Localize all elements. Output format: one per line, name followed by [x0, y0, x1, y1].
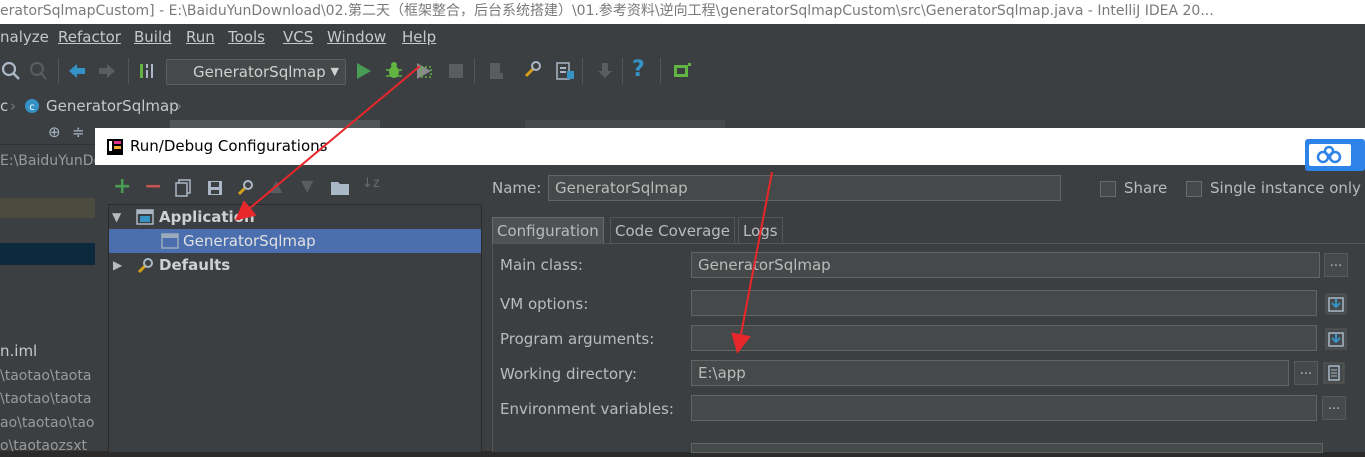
folder-icon[interactable]	[330, 180, 350, 196]
vm-options-field[interactable]	[691, 290, 1317, 316]
menu-build[interactable]: Build	[134, 24, 172, 50]
add-icon[interactable]: +	[113, 174, 131, 200]
menu-vcs[interactable]: VCS	[283, 24, 313, 50]
dialog-title: Run/Debug Configurations	[130, 137, 328, 155]
application-config-icon	[161, 233, 179, 249]
remove-icon[interactable]: −	[144, 174, 162, 200]
vm-options-label: VM options:	[500, 295, 589, 313]
single-instance-checkbox[interactable]	[1186, 181, 1202, 197]
tree-node-application[interactable]: ▼ Application	[109, 205, 481, 229]
save-icon[interactable]	[206, 179, 224, 197]
breadcrumb-separator-icon: ›	[10, 97, 16, 115]
help-icon[interactable]: ?	[632, 57, 654, 82]
environment-variables-field[interactable]	[691, 395, 1317, 421]
collapse-icon[interactable]: ≑	[72, 123, 85, 141]
name-label: Name:	[492, 179, 542, 197]
expand-program-args-icon[interactable]	[1324, 327, 1348, 351]
tree-node-defaults[interactable]: ▶ Defaults	[109, 253, 481, 277]
window-title-bar: eratorSqlmapCustom] - E:\BaiduYunDownloa…	[0, 0, 1365, 24]
collapsed-arrow-icon[interactable]: ▶	[113, 253, 122, 277]
stop-icon[interactable]	[445, 60, 467, 82]
working-directory-label: Working directory:	[500, 365, 638, 383]
move-down-icon[interactable]: ▼	[301, 176, 313, 195]
share-label: Share	[1124, 179, 1168, 197]
cloud-icon	[1309, 144, 1351, 166]
list-item[interactable]: \taotao\taota	[0, 388, 95, 410]
config-toolbar: + − ▲ ▼ ↓z	[108, 174, 480, 202]
window-title: eratorSqlmapCustom] - E:\BaiduYunDownloa…	[0, 3, 1214, 19]
wrench-icon	[137, 258, 153, 274]
tree-node-generatorsqlmap[interactable]: GeneratorSqlmap	[109, 229, 481, 253]
sort-icon[interactable]: ↓z	[362, 176, 380, 191]
project-panel: ⊕ ≑ E:\BaiduYunDo n.iml \taotao\taota \t…	[0, 120, 95, 454]
run-configuration-select[interactable]: GeneratorSqlmap ▼	[166, 59, 346, 85]
settings-wrench-icon[interactable]	[522, 60, 544, 82]
tab-configuration[interactable]: Configuration	[492, 217, 604, 244]
run-configuration-value: GeneratorSqlmap	[193, 63, 326, 81]
list-item[interactable]: \taotao\taota	[0, 365, 95, 387]
run-with-coverage-icon[interactable]	[413, 60, 435, 82]
module-select[interactable]	[691, 443, 1323, 453]
build-icon[interactable]	[137, 60, 159, 82]
menu-help[interactable]: Help	[402, 24, 436, 50]
menu-analyze[interactable]: nalyze	[0, 24, 49, 50]
menu-window[interactable]: Window	[327, 24, 386, 50]
expand-arrow-icon[interactable]: ▼	[112, 205, 121, 229]
class-icon: c	[25, 99, 39, 113]
application-icon	[136, 209, 154, 225]
name-field[interactable]: GeneratorSqlmap	[548, 175, 1061, 201]
run-icon[interactable]	[352, 60, 374, 82]
forward-arrow-icon[interactable]	[96, 60, 118, 82]
working-directory-browse-button[interactable]: ...	[1294, 361, 1318, 385]
share-checkbox[interactable]	[1100, 181, 1116, 197]
search-icon[interactable]	[0, 60, 22, 82]
list-item[interactable]: n.iml	[0, 340, 95, 362]
plugin-icon[interactable]	[671, 60, 693, 82]
menu-run[interactable]: Run	[186, 24, 215, 50]
debug-icon[interactable]	[383, 60, 405, 82]
list-item[interactable]: o\taotaozsxt	[0, 435, 95, 457]
dialog-title-bar: Run/Debug Configurations	[95, 128, 1365, 165]
expand-vm-options-icon[interactable]	[1324, 292, 1348, 316]
breadcrumb-src[interactable]: c	[0, 92, 8, 120]
tab-logs[interactable]: Logs	[738, 217, 783, 244]
main-class-label: Main class:	[500, 256, 583, 274]
download-sources-icon[interactable]	[594, 60, 616, 82]
navigation-bar: c › c GeneratorSqlmap ›	[0, 92, 1365, 120]
project-structure-icon[interactable]	[554, 60, 576, 82]
tab-code-coverage[interactable]: Code Coverage	[610, 217, 736, 244]
back-arrow-icon[interactable]	[66, 60, 88, 82]
project-structure-disabled-icon[interactable]	[485, 60, 507, 82]
target-icon[interactable]: ⊕	[48, 123, 61, 141]
copy-icon[interactable]	[174, 179, 192, 197]
chevron-down-icon: ▼	[330, 65, 339, 78]
menu-tools[interactable]: Tools	[228, 24, 265, 50]
edit-defaults-icon[interactable]	[236, 179, 254, 197]
menu-refactor[interactable]: Refactor	[58, 24, 121, 50]
config-tree: ▼ Application GeneratorSqlmap ▶ Defaults	[108, 204, 482, 453]
svg-text:c: c	[29, 102, 35, 113]
list-item[interactable]: ao\taotao\taotao-	[0, 412, 95, 434]
environment-variables-edit-button[interactable]: ...	[1322, 396, 1346, 420]
breadcrumb-end-icon: ›	[176, 97, 182, 115]
baidu-cloud-badge[interactable]	[1305, 139, 1365, 171]
editor-tabs-strip	[95, 120, 1365, 128]
main-class-browse-button[interactable]: ...	[1324, 253, 1348, 277]
insert-macro-icon[interactable]	[1322, 361, 1346, 385]
program-arguments-label: Program arguments:	[500, 330, 655, 348]
move-up-icon[interactable]: ▲	[270, 176, 282, 195]
project-path-row[interactable]: E:\BaiduYunDo	[0, 150, 95, 172]
single-instance-label: Single instance only	[1210, 179, 1361, 197]
program-arguments-field[interactable]	[691, 325, 1317, 351]
replace-icon[interactable]	[27, 60, 49, 82]
main-class-field[interactable]: GeneratorSqlmap	[691, 252, 1320, 278]
intellij-logo-icon	[107, 139, 123, 155]
environment-variables-label: Environment variables:	[500, 400, 674, 418]
menu-bar: nalyze Refactor Build Run Tools VCS Wind…	[0, 24, 1365, 50]
breadcrumb-class[interactable]: GeneratorSqlmap	[46, 92, 179, 120]
working-directory-field[interactable]: E:\app	[691, 360, 1289, 386]
